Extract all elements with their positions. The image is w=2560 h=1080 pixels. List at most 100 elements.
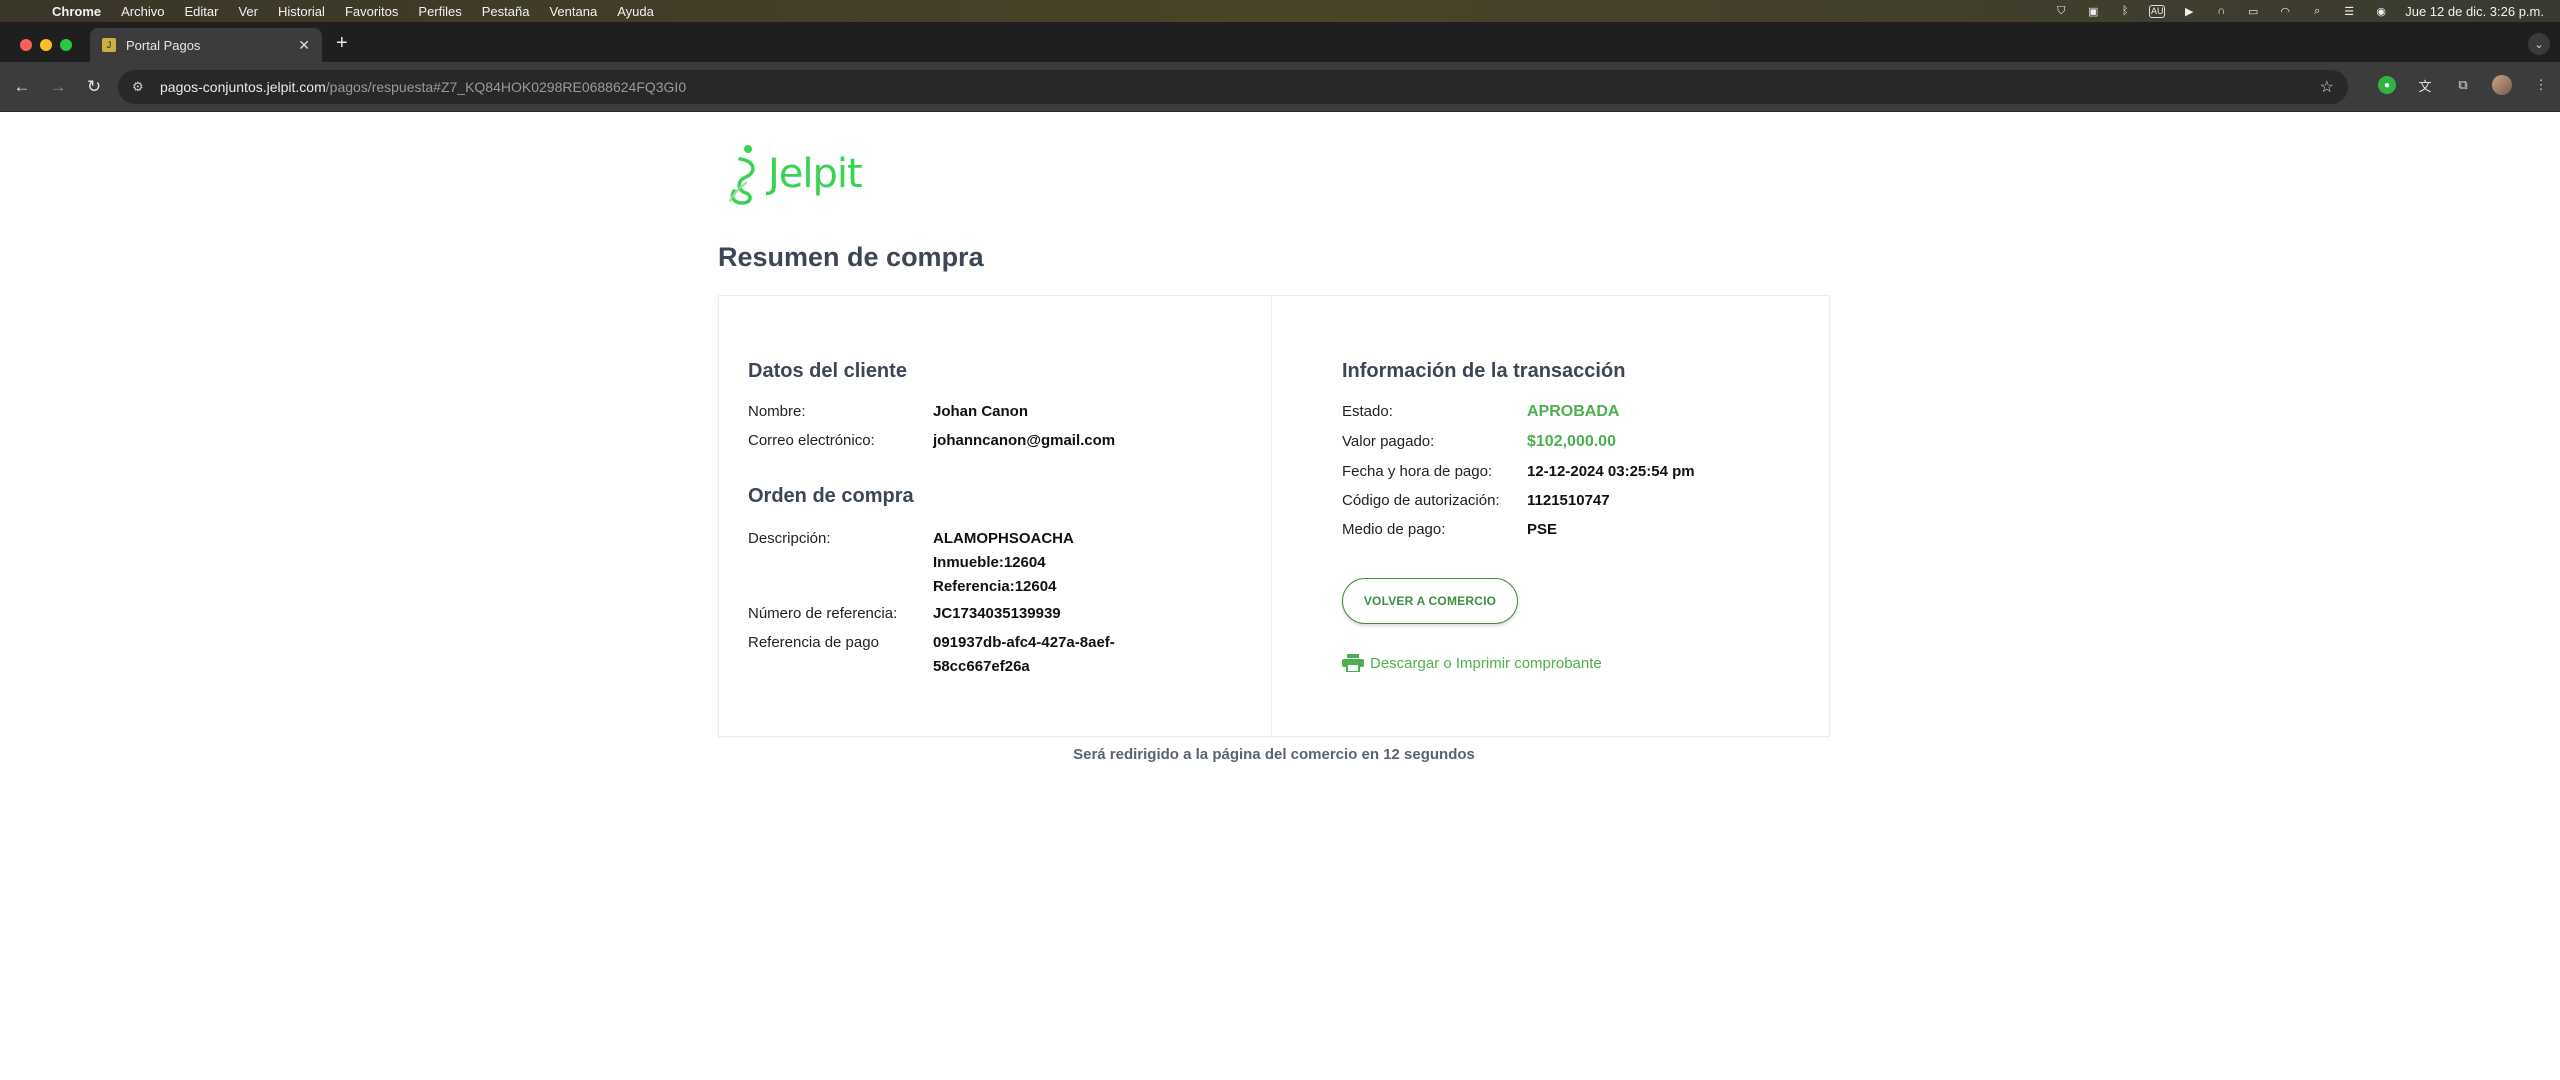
url-path: /pagos/respuesta#Z7_KQ84HOK0298RE0688624… bbox=[325, 79, 687, 95]
menu-ayuda[interactable]: Ayuda bbox=[617, 4, 654, 19]
client-email-label: Correo electrónico: bbox=[748, 432, 875, 449]
url-host: pagos-conjuntos.jelpit.com bbox=[160, 79, 326, 95]
forward-arrow-icon[interactable]: → bbox=[46, 75, 70, 99]
print-receipt-link[interactable]: Descargar o Imprimir comprobante bbox=[1342, 654, 1602, 672]
fullscreen-window-button[interactable] bbox=[60, 39, 72, 51]
order-section-title: Orden de compra bbox=[748, 485, 914, 507]
extension-green-icon[interactable]: ● bbox=[2378, 76, 2396, 94]
client-section-title: Datos del cliente bbox=[748, 360, 907, 382]
status-badge: APROBADA bbox=[1527, 403, 1620, 420]
payment-reference-row: Referencia de pago 091937db-afc4-427a-8a… bbox=[748, 631, 1228, 679]
address-bar[interactable]: ⚙ pagos-conjuntos.jelpit.com/pagos/respu… bbox=[118, 70, 2348, 104]
column-divider bbox=[1271, 296, 1272, 736]
browser-toolbar: ← → ↻ ⚙ pagos-conjuntos.jelpit.com/pagos… bbox=[0, 62, 2560, 112]
minimize-window-button[interactable] bbox=[40, 39, 52, 51]
reference-number-label: Número de referencia: bbox=[748, 605, 898, 622]
payment-reference-line: 58cc667ef26a bbox=[933, 658, 1030, 675]
auth-code-row: Código de autorización: 1121510747 bbox=[1342, 489, 1822, 513]
payment-reference-label: Referencia de pago bbox=[748, 634, 879, 651]
siri-icon[interactable]: ◉ bbox=[2373, 5, 2389, 18]
auth-code-value: 1121510747 bbox=[1527, 492, 1610, 509]
menu-pestana[interactable]: Pestaña bbox=[482, 4, 530, 19]
client-email-value: johanncanon@gmail.com bbox=[933, 432, 1116, 449]
redirect-countdown-message: Será redirigido a la página del comercio… bbox=[1073, 746, 1475, 763]
payment-date-value: 12-12-2024 03:25:54 pm bbox=[1527, 463, 1695, 480]
brand-name: Jelpit bbox=[768, 151, 863, 197]
toolbar-extensions: ● 文 ⧉ ⋮ bbox=[2378, 75, 2550, 95]
status-area: ⛉ ▣ ᛒ AU ▶ ∩ ▭ ◠ ⌕ ☰ ◉ Jue 12 de dic. 3:… bbox=[2053, 0, 2544, 22]
payment-date-row: Fecha y hora de pago: 12-12-2024 03:25:5… bbox=[1342, 460, 1822, 484]
menu-favoritos[interactable]: Favoritos bbox=[345, 4, 398, 19]
menu-ventana[interactable]: Ventana bbox=[549, 4, 597, 19]
description-row: Descripción: ALAMOPHSOACHA Inmueble:1260… bbox=[748, 527, 1228, 599]
description-value: ALAMOPHSOACHA Inmueble:12604 Referencia:… bbox=[933, 527, 1074, 599]
page-title: Resumen de compra bbox=[718, 242, 984, 272]
status-row: Estado: APROBADA bbox=[1342, 400, 1822, 424]
payment-reference-line: 091937db-afc4-427a-8aef- bbox=[933, 634, 1115, 651]
notification-icon[interactable]: ▣ bbox=[2085, 5, 2101, 18]
reference-number-row: Número de referencia: JC1734035139939 bbox=[748, 602, 1228, 626]
status-label: Estado: bbox=[1342, 403, 1393, 420]
extensions-puzzle-icon[interactable]: ⧉ bbox=[2454, 76, 2472, 94]
client-name-value: Johan Canon bbox=[933, 403, 1029, 420]
shield-icon[interactable]: ⛉ bbox=[2053, 5, 2069, 17]
headphones-icon[interactable]: ∩ bbox=[2213, 5, 2229, 17]
close-tab-icon[interactable]: ✕ bbox=[298, 37, 310, 54]
menu-ver[interactable]: Ver bbox=[238, 4, 258, 19]
client-name-label: Nombre: bbox=[748, 403, 806, 420]
menu-chrome[interactable]: Chrome bbox=[52, 4, 101, 19]
amount-label: Valor pagado: bbox=[1342, 433, 1435, 450]
page-content: Jelpit Resumen de compra Datos del clien… bbox=[0, 112, 2560, 1080]
tab-search-chevron-icon[interactable]: ⌄ bbox=[2528, 33, 2550, 55]
profile-avatar[interactable] bbox=[2492, 75, 2512, 95]
jelpit-logo-icon bbox=[729, 145, 755, 205]
menubar-datetime[interactable]: Jue 12 de dic. 3:26 p.m. bbox=[2405, 4, 2544, 19]
tab-strip: J Portal Pagos ✕ + ⌄ bbox=[0, 22, 2560, 62]
print-receipt-label: Descargar o Imprimir comprobante bbox=[1370, 654, 1602, 672]
control-center-icon[interactable]: ☰ bbox=[2341, 5, 2357, 18]
search-icon[interactable]: ⌕ bbox=[2309, 5, 2325, 17]
reload-icon[interactable]: ↻ bbox=[82, 75, 106, 99]
translate-icon[interactable]: 文 bbox=[2416, 76, 2434, 94]
payment-method-label: Medio de pago: bbox=[1342, 521, 1446, 538]
menu-perfiles[interactable]: Perfiles bbox=[418, 4, 461, 19]
transaction-section-title: Información de la transacción bbox=[1342, 360, 1626, 382]
payment-method-row: Medio de pago: PSE bbox=[1342, 518, 1822, 542]
payment-method-value: PSE bbox=[1527, 521, 1558, 538]
tab-portal-pagos[interactable]: J Portal Pagos ✕ bbox=[90, 28, 322, 62]
tab-title: Portal Pagos bbox=[126, 37, 201, 53]
menu-archivo[interactable]: Archivo bbox=[121, 4, 164, 19]
amount-value: $102,000.00 bbox=[1527, 433, 1616, 450]
summary-card: Datos del cliente Nombre: Johan Canon Co… bbox=[718, 295, 1830, 737]
site-info-icon[interactable]: ⚙ bbox=[132, 79, 148, 95]
client-email-row: Correo electrónico: johanncanon@gmail.co… bbox=[748, 429, 1228, 453]
bluetooth-icon[interactable]: ᛒ bbox=[2117, 5, 2133, 17]
return-to-merchant-button[interactable]: VOLVER A COMERCIO bbox=[1342, 578, 1518, 624]
client-name-row: Nombre: Johan Canon bbox=[748, 400, 1228, 424]
reference-number-value: JC1734035139939 bbox=[933, 605, 1061, 622]
payment-reference-value: 091937db-afc4-427a-8aef- 58cc667ef26a bbox=[933, 631, 1115, 679]
description-line: Inmueble:12604 bbox=[933, 554, 1046, 571]
payment-date-label: Fecha y hora de pago: bbox=[1342, 463, 1493, 480]
close-window-button[interactable] bbox=[20, 39, 32, 51]
bookmark-star-icon[interactable]: ☆ bbox=[2320, 77, 2334, 97]
window-controls bbox=[20, 39, 72, 51]
auth-code-label: Código de autorización: bbox=[1342, 492, 1500, 509]
description-line: ALAMOPHSOACHA bbox=[933, 530, 1074, 547]
more-menu-icon[interactable]: ⋮ bbox=[2532, 76, 2550, 94]
battery-icon[interactable]: ▭ bbox=[2245, 5, 2261, 18]
favicon-icon: J bbox=[102, 38, 116, 52]
amount-row: Valor pagado: $102,000.00 bbox=[1342, 430, 1822, 454]
menu-editar[interactable]: Editar bbox=[184, 4, 218, 19]
printer-icon bbox=[1342, 654, 1364, 672]
macos-menubar: Chrome Archivo Editar Ver Historial Favo… bbox=[0, 0, 2560, 22]
description-line: Referencia:12604 bbox=[933, 578, 1057, 595]
play-icon[interactable]: ▶ bbox=[2181, 5, 2197, 18]
jelpit-logo: Jelpit bbox=[726, 142, 866, 206]
description-label: Descripción: bbox=[748, 530, 831, 547]
keyboard-input-icon[interactable]: AU bbox=[2149, 4, 2166, 18]
menu-historial[interactable]: Historial bbox=[278, 4, 325, 19]
new-tab-icon[interactable]: + bbox=[336, 33, 348, 53]
back-arrow-icon[interactable]: ← bbox=[10, 75, 34, 99]
wifi-icon[interactable]: ◠ bbox=[2277, 5, 2293, 18]
